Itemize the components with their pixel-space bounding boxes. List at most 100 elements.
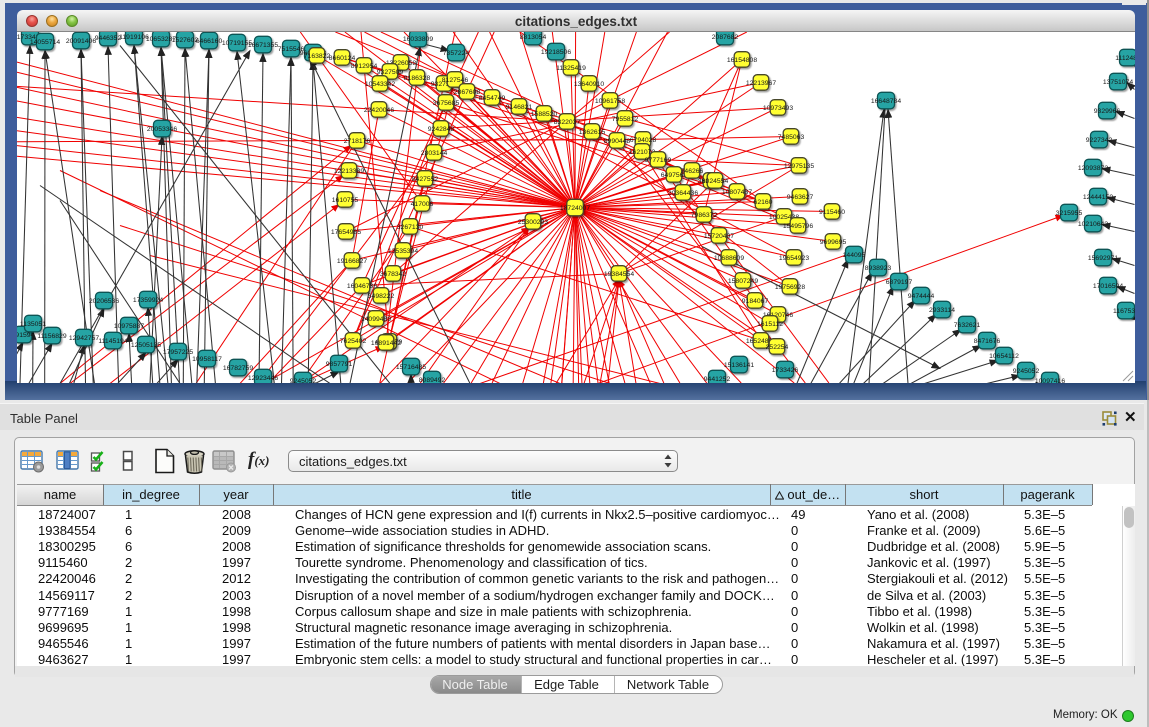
svg-text:9857791: 9857791	[326, 361, 353, 368]
svg-text:7632621: 7632621	[954, 322, 981, 329]
svg-text:1135051: 1135051	[20, 321, 46, 328]
svg-text:2933114: 2933114	[929, 307, 955, 314]
svg-text:6879197: 6879197	[886, 279, 913, 286]
svg-text:9463627: 9463627	[787, 194, 814, 201]
svg-text:3215955: 3215955	[1056, 210, 1083, 217]
svg-text:252254: 252254	[766, 344, 789, 351]
svg-text:746266: 746266	[681, 168, 704, 175]
svg-text:8990448: 8990448	[604, 138, 631, 145]
svg-text:7357224: 7357224	[443, 50, 470, 57]
svg-text:1362615: 1362615	[579, 129, 606, 136]
svg-text:6794028: 6794028	[630, 137, 657, 144]
svg-text:16671355: 16671355	[248, 42, 278, 49]
svg-text:14099489: 14099489	[361, 316, 391, 323]
svg-text:11145194: 11145194	[98, 338, 127, 345]
svg-text:17359924: 17359924	[133, 297, 163, 304]
svg-text:1733426: 1733426	[772, 367, 799, 374]
svg-text:13640910: 13640910	[574, 81, 604, 88]
svg-text:8186328: 8186328	[404, 75, 431, 82]
svg-text:2867608: 2867608	[454, 89, 481, 96]
svg-text:8127546: 8127546	[442, 77, 469, 84]
svg-text:7625402: 7625402	[340, 338, 367, 345]
svg-text:9441252: 9441252	[704, 376, 731, 383]
svg-text:9184067: 9184067	[742, 298, 769, 305]
svg-text:3024554: 3024554	[702, 178, 729, 185]
svg-text:17957225: 17957225	[163, 349, 193, 356]
svg-text:16046736: 16046736	[347, 283, 377, 290]
svg-text:10210643: 10210643	[1078, 221, 1108, 228]
svg-text:9115460: 9115460	[819, 209, 845, 216]
svg-text:3678342: 3678342	[380, 271, 407, 278]
svg-text:8322037: 8322037	[554, 119, 581, 126]
svg-text:15720407: 15720407	[704, 233, 734, 240]
svg-text:9777169: 9777169	[645, 157, 672, 164]
svg-text:20053346: 20053346	[147, 126, 177, 133]
svg-text:1112483: 1112483	[1115, 55, 1134, 62]
svg-text:13751074: 13751074	[1103, 79, 1133, 86]
svg-text:14055714: 14055714	[30, 39, 60, 46]
svg-text:9699695: 9699695	[820, 239, 847, 246]
svg-text:2803144: 2803144	[421, 150, 448, 157]
svg-text:11325419: 11325419	[556, 65, 586, 72]
svg-text:1610755: 1610755	[332, 197, 359, 204]
svg-text:12923446: 12923446	[248, 375, 278, 382]
svg-text:20206536: 20206536	[89, 298, 119, 305]
svg-text:9474444: 9474444	[908, 293, 935, 300]
svg-text:22420046: 22420046	[364, 107, 394, 114]
svg-text:12093872: 12093872	[1078, 165, 1108, 172]
svg-text:7163822: 7163822	[304, 53, 331, 60]
svg-text:12505135: 12505135	[131, 342, 161, 349]
svg-text:10961758: 10961758	[595, 98, 625, 105]
svg-text:9446352: 9446352	[95, 35, 122, 42]
svg-text:8454749: 8454749	[479, 95, 506, 102]
svg-text:391594: 391594	[17, 332, 35, 339]
svg-text:16891442: 16891442	[371, 340, 401, 347]
svg-text:8938923: 8938923	[865, 265, 892, 272]
svg-text:20091406: 20091406	[66, 38, 96, 45]
svg-text:15716485: 15716485	[396, 364, 426, 371]
svg-text:9245052: 9245052	[1013, 368, 1040, 375]
svg-text:8912954: 8912954	[351, 63, 378, 70]
svg-text:19218506: 19218506	[541, 49, 571, 56]
svg-text:16154808: 16154808	[727, 57, 757, 64]
svg-text:8660124: 8660124	[329, 55, 356, 62]
svg-text:13535394: 13535394	[388, 248, 418, 255]
svg-text:9146821: 9146821	[506, 104, 533, 111]
svg-text:17654985: 17654985	[331, 229, 361, 236]
svg-text:9329966: 9329966	[1094, 108, 1121, 115]
svg-text:2718176: 2718176	[344, 138, 371, 145]
svg-text:12444150: 12444150	[1083, 194, 1113, 201]
svg-text:12213967: 12213967	[746, 80, 776, 87]
svg-text:15807249: 15807249	[728, 278, 758, 285]
svg-text:3267130: 3267130	[397, 224, 424, 231]
svg-text:7955812: 7955812	[612, 116, 639, 123]
svg-text:20364436: 20364436	[668, 190, 698, 197]
svg-text:417006: 417006	[411, 201, 434, 208]
svg-text:12213389: 12213389	[334, 168, 364, 175]
svg-text:16033809: 16033809	[403, 36, 433, 43]
svg-text:19756928: 19756928	[775, 284, 805, 291]
svg-text:15692971: 15692971	[1088, 255, 1118, 262]
svg-text:9242848: 9242848	[428, 126, 455, 133]
svg-text:8427552: 8427552	[412, 176, 439, 183]
svg-text:62160: 62160	[754, 199, 773, 206]
svg-text:15495796: 15495796	[783, 223, 813, 230]
svg-text:9327509: 9327509	[377, 69, 404, 76]
svg-text:11156829: 11156829	[37, 333, 66, 340]
svg-text:9227342: 9227342	[1086, 137, 1113, 144]
svg-text:1527602: 1527602	[172, 37, 199, 44]
svg-text:3675685: 3675685	[433, 100, 460, 107]
svg-text:19166827: 19166827	[337, 258, 367, 265]
svg-text:25300293: 25300293	[518, 219, 548, 226]
svg-text:8471676: 8471676	[974, 338, 1001, 345]
svg-text:3498222: 3498222	[368, 293, 395, 300]
svg-text:11919106: 11919106	[119, 34, 149, 41]
svg-text:1588520: 1588520	[531, 111, 558, 118]
svg-text:18724007: 18724007	[560, 205, 590, 212]
svg-text:8089492: 8089492	[419, 377, 446, 383]
svg-text:10958117: 10958117	[192, 356, 222, 363]
svg-text:10097416: 10097416	[1035, 378, 1065, 383]
svg-text:144095: 144095	[843, 252, 866, 259]
svg-text:10688609: 10688609	[714, 255, 744, 262]
svg-text:9245052: 9245052	[290, 378, 317, 383]
